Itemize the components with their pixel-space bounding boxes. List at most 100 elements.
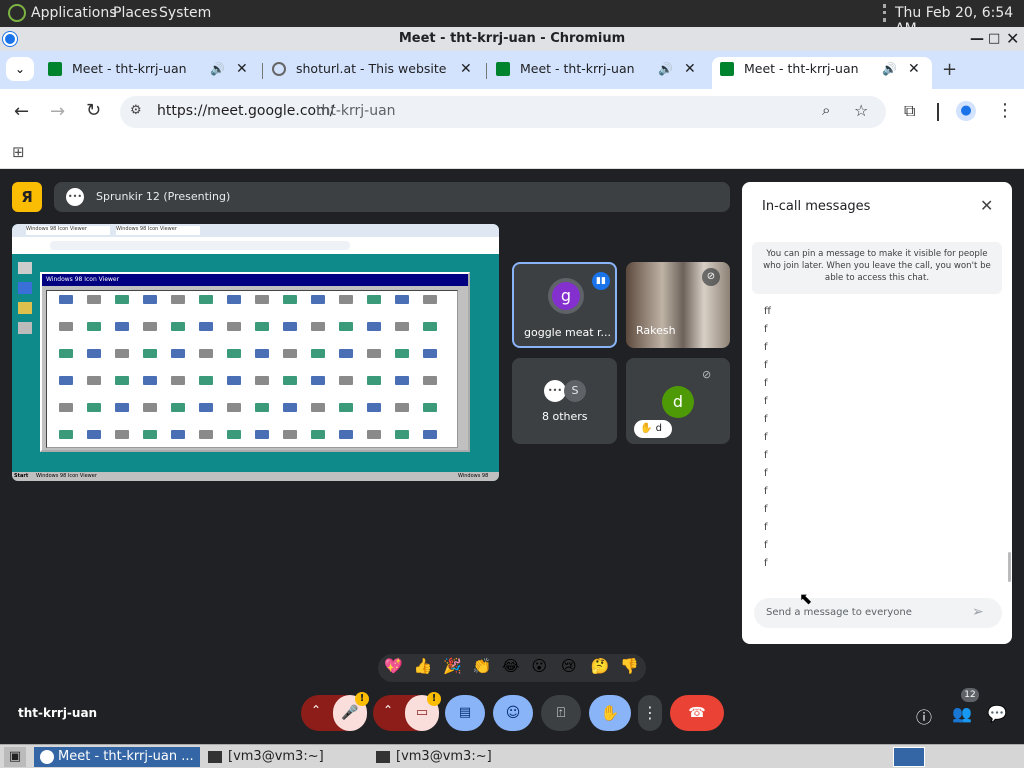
share-icon-tile [339,322,353,331]
tab-shoturl[interactable]: shoturl.at - This website is ✕ [268,57,482,89]
chat-message: f [764,378,768,389]
chat-title: In-call messages [762,199,871,214]
in-call-messages-panel: In-call messages ✕ You can pin a message… [742,182,1012,644]
close-tab-icon[interactable]: ✕ [908,57,920,81]
close-tab-icon[interactable]: ✕ [684,57,696,81]
tab-meet-1[interactable]: Meet - tht-krrj-uan 🔊 ✕ [44,57,258,89]
terminal-icon [376,751,390,763]
gnome-foot-icon[interactable] [8,4,26,22]
share-icon-tile [367,376,381,385]
reaction-button[interactable]: 👏 [473,657,492,675]
share-address-bar [12,237,499,254]
message-input[interactable]: Send a message to everyone ➢ [754,598,1002,628]
participant-tile-d[interactable]: d ⊘ ✋ d [626,358,730,444]
screen-share[interactable]: Windows 98 Icon Viewer Windows 98 Icon V… [12,224,499,481]
reaction-button[interactable]: 🎉 [443,657,462,675]
reaction-button[interactable]: 🤔 [591,657,610,675]
chat-message: f [764,486,768,497]
close-chat-icon[interactable]: ✕ [980,196,993,215]
more-options-button[interactable]: ⋮ [638,695,662,731]
camera-toggle-group[interactable]: ⌃ ▭ ! [373,692,441,731]
share-icon-tile [395,349,409,358]
audio-playing-icon[interactable]: 🔊 [882,57,897,81]
close-window-icon[interactable]: ✕ [1006,27,1019,51]
share-icon-tile [143,376,157,385]
taskbar-item-meet[interactable]: Meet - tht-krrj-uan ... [34,747,200,767]
mic-toggle-group[interactable]: ⌃ 🎤 ! [301,692,369,731]
people-icon[interactable]: 👥 [952,704,972,723]
meeting-code: tht-krrj-uan [18,706,98,720]
chat-scrollbar[interactable] [1008,552,1011,582]
bookmark-star-icon[interactable]: ☆ [854,101,868,120]
share-icon-tile [395,403,409,412]
share-icon-tile [143,295,157,304]
menu-kebab-icon[interactable]: ⋮ [996,100,1014,121]
meet-icon [720,62,734,76]
share-icon-tile [171,403,185,412]
tab-search-icon[interactable]: ⌄ [6,57,34,81]
reaction-button[interactable]: 👍 [414,657,433,675]
share-icon-tile [143,322,157,331]
system-menu[interactable]: System [159,5,211,21]
share-icon-tile [171,430,185,439]
reaction-button[interactable]: 😂 [502,657,520,675]
chevron-up-icon[interactable]: ⌃ [383,703,393,717]
share-icon-tile [311,430,325,439]
captions-button[interactable]: ▤ [445,695,485,731]
share-icon-tile [115,376,129,385]
address-bar[interactable]: ⚙ https://meet.google.com/ tht-krrj-uan … [120,96,886,128]
site-info-icon[interactable]: ⚙ [130,103,142,118]
close-tab-icon[interactable]: ✕ [460,57,472,81]
taskbar-item-terminal-2[interactable]: [vm3@vm3:~] [374,747,534,767]
tab-meet-active[interactable]: Meet - tht-krrj-uan 🔊 ✕ [712,57,932,89]
present-screen-button[interactable]: ⍐ [541,695,581,731]
workspace-switcher[interactable] [893,747,925,767]
new-tab-icon[interactable]: + [942,59,957,80]
raise-hand-button[interactable]: ✋ [589,695,631,731]
avatar: ••• [544,380,566,402]
avatar: g [552,282,580,310]
end-call-button[interactable]: ☎ [670,695,724,731]
minimize-icon[interactable]: — [970,27,984,51]
audio-playing-icon[interactable]: 🔊 [210,57,225,81]
emoji-button[interactable]: ☺ [493,695,533,731]
reaction-button[interactable]: 💖 [384,657,403,675]
forward-icon[interactable]: → [50,101,65,122]
share-desktop-icons [16,260,36,340]
participant-tile-rakesh[interactable]: ⊘ Rakesh [626,262,730,348]
tab-meet-2[interactable]: Meet - tht-krrj-uan 🔊 ✕ [492,57,706,89]
share-icon-tile [339,295,353,304]
participant-tile-others[interactable]: ••• S 8 others [512,358,617,444]
reaction-button[interactable]: 👎 [620,657,639,675]
meeting-details-icon[interactable]: ⓘ [916,704,932,728]
back-icon[interactable]: ← [14,101,29,122]
share-icon-tile [423,349,437,358]
reload-icon[interactable]: ↻ [86,100,101,121]
share-icon-tile [199,376,213,385]
share-icon-tile [171,295,185,304]
chat-message: f [764,504,768,515]
send-icon[interactable]: ➢ [972,604,984,620]
share-icon-tile [339,376,353,385]
chat-icon[interactable]: 💬 [987,704,1007,723]
share-icon-tile [115,430,129,439]
extensions-icon[interactable]: ⧉ [904,101,915,121]
chevron-up-icon[interactable]: ⌃ [311,703,321,717]
audio-playing-icon[interactable]: 🔊 [658,57,673,81]
taskbar-item-terminal-1[interactable]: [vm3@vm3:~] [206,747,366,767]
participant-tile-goggle[interactable]: g ▮▮ goggle meat r... [512,262,617,348]
maximize-icon[interactable]: □ [988,27,1000,51]
share-icon-tile [59,295,73,304]
reaction-button[interactable]: 😮 [532,657,548,675]
chat-message: f [764,432,768,443]
reaction-button[interactable]: 😢 [561,657,577,675]
zoom-icon[interactable]: ⌕ [822,101,830,119]
show-desktop-icon[interactable]: ▣ [4,747,26,767]
close-tab-icon[interactable]: ✕ [236,57,248,81]
share-icon-tile [339,349,353,358]
apps-grid-icon[interactable]: ⊞ [12,143,25,161]
share-icon-tile [87,295,101,304]
applications-menu[interactable]: Applications [31,5,117,21]
profile-icon[interactable]: ● [956,101,976,121]
places-menu[interactable]: Places [113,5,158,21]
